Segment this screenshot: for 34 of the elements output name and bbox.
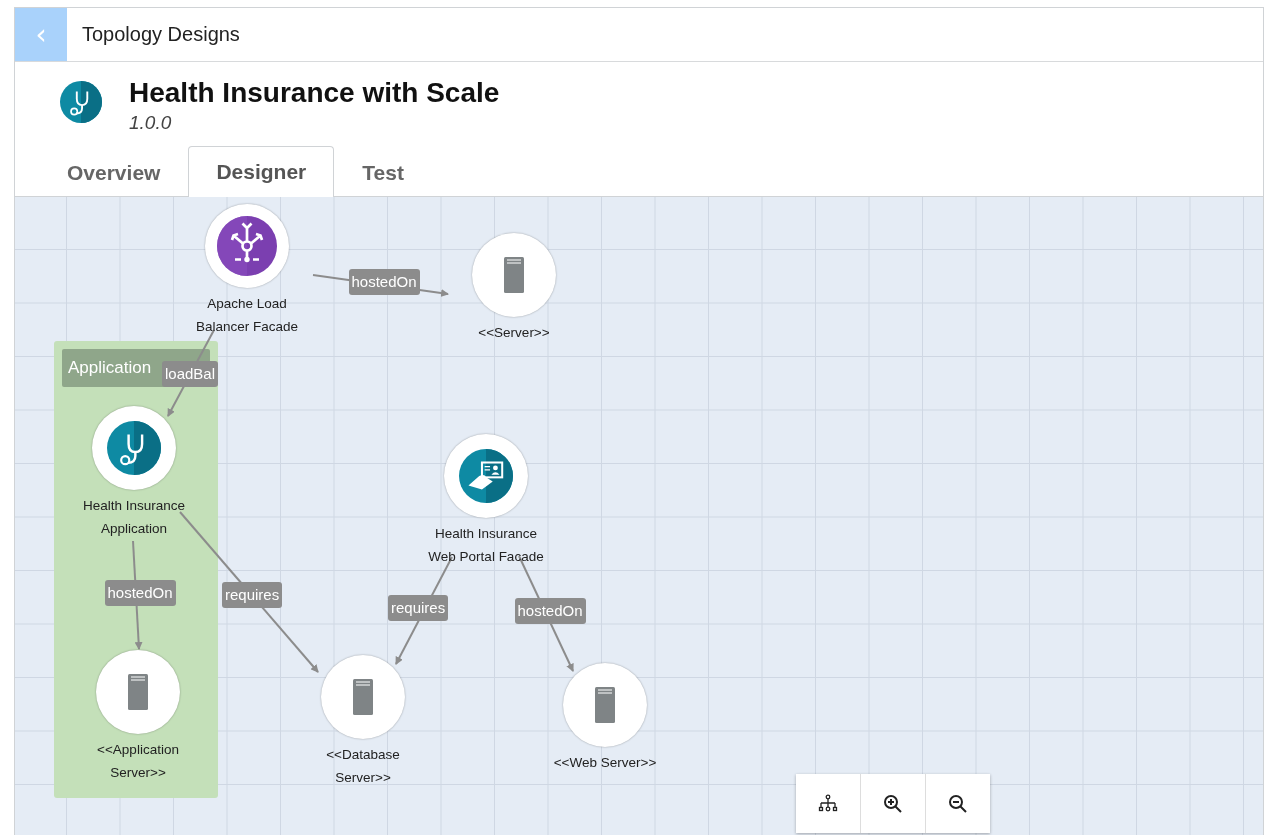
tab[interactable]: Overview [39, 147, 189, 197]
node-label: Health Insurance Application [81, 497, 187, 538]
design-version: 1.0.0 [129, 112, 173, 134]
server-icon [128, 674, 148, 710]
zoom-out-icon [948, 793, 968, 814]
server-icon [504, 257, 524, 293]
connector-label: loadBal [162, 361, 219, 387]
design-title: Health Insurance with Scale [129, 76, 500, 110]
stethoscope-icon [60, 81, 102, 123]
zoom-in-icon [883, 793, 903, 814]
tree-layout-icon [818, 793, 838, 814]
node-label: <<Web Server>> [552, 754, 658, 772]
tree-layout-button[interactable] [796, 774, 860, 833]
node-circle[interactable] [321, 655, 405, 739]
connector-label: requires [222, 582, 283, 608]
server-icon [353, 679, 373, 715]
node-label: <<Database Server>> [325, 746, 401, 787]
tab[interactable]: Test [334, 147, 432, 197]
connector-label: hostedOn [514, 598, 586, 624]
stethoscope-icon [107, 421, 161, 475]
node-label: <<Application Server>> [96, 741, 180, 782]
zoom-out-button[interactable] [926, 774, 990, 833]
connector-label: requires [388, 595, 449, 621]
load-balancer-icon [217, 216, 277, 276]
tab[interactable]: Designer [188, 146, 335, 197]
node-label: Apache Load Balancer Facade [194, 295, 300, 336]
node-label: Health Insurance Web Portal Facade [427, 525, 545, 566]
zoom-in-button[interactable] [861, 774, 925, 833]
breadcrumb-title: Topology Designs [82, 23, 240, 46]
id-card-hand-icon [459, 449, 513, 503]
connector-label: hostedOn [104, 580, 176, 606]
connector-label: hostedOn [348, 269, 420, 295]
server-icon [595, 687, 615, 723]
node-label: <<Server>> [477, 324, 551, 342]
